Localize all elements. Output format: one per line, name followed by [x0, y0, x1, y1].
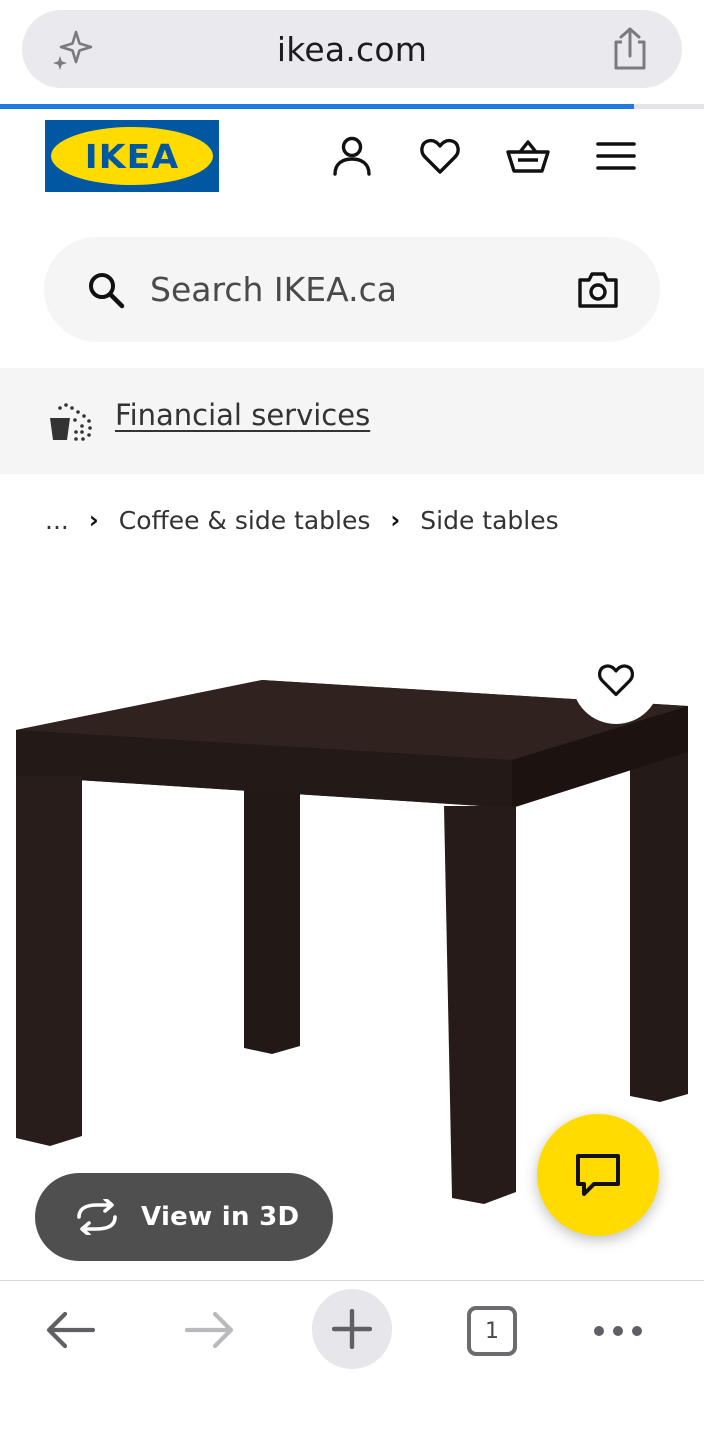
new-tab-button[interactable]: [312, 1289, 392, 1369]
tabs-button[interactable]: 1: [462, 1301, 522, 1361]
search-icon: [89, 273, 125, 309]
heart-icon: [598, 664, 634, 697]
back-button[interactable]: [40, 1305, 100, 1355]
view-in-3d-button[interactable]: View in 3D: [35, 1173, 333, 1261]
financial-services-link[interactable]: Financial services: [115, 398, 370, 432]
arrow-left-icon: [46, 1311, 96, 1349]
chat-button[interactable]: [537, 1114, 659, 1236]
more-dots-icon: [594, 1326, 642, 1336]
browser-toolbar: 1: [0, 1280, 704, 1440]
financial-services-icon: [50, 403, 92, 441]
breadcrumb: ... › Coffee & side tables › Side tables: [45, 500, 559, 540]
forward-button[interactable]: [180, 1305, 240, 1355]
heart-icon[interactable]: [418, 134, 462, 178]
search-bar[interactable]: [44, 237, 660, 342]
chevron-right-icon: ›: [88, 506, 99, 534]
account-icon[interactable]: [330, 134, 374, 178]
table-leg-front-right: [444, 806, 516, 1204]
ikea-logo[interactable]: IKEA: [45, 120, 219, 192]
view-in-3d-label: View in 3D: [141, 1202, 300, 1232]
browser-url-bar[interactable]: ikea.com: [22, 10, 682, 88]
rotate-3d-icon: [77, 1199, 117, 1235]
chat-icon: [576, 1154, 620, 1196]
plus-icon: [332, 1309, 372, 1349]
logo-oval: IKEA: [51, 127, 213, 185]
tab-count: 1: [467, 1306, 517, 1356]
breadcrumb-item-side-tables[interactable]: Side tables: [420, 506, 558, 535]
table-leg-back-left: [244, 780, 300, 1054]
financial-services-banner: Financial services: [0, 368, 704, 474]
sparkle-icon[interactable]: [48, 26, 96, 74]
chevron-right-icon: ›: [390, 506, 401, 534]
page-load-progress-fill: [0, 104, 634, 109]
menu-icon[interactable]: [594, 134, 638, 178]
arrow-right-icon: [184, 1311, 234, 1349]
breadcrumb-ellipsis[interactable]: ...: [45, 506, 69, 535]
url-text[interactable]: ikea.com: [277, 30, 427, 69]
add-to-favourites-button[interactable]: [572, 636, 660, 724]
logo-text: IKEA: [84, 136, 180, 176]
page-load-progress: [0, 104, 704, 109]
breadcrumb-item-coffee-side-tables[interactable]: Coffee & side tables: [119, 506, 371, 535]
share-icon[interactable]: [608, 26, 652, 72]
more-options-button[interactable]: [588, 1311, 648, 1351]
table-leg-back-right: [630, 740, 688, 1102]
search-input[interactable]: [150, 263, 550, 315]
table-leg-front-left: [16, 776, 82, 1146]
camera-icon[interactable]: [576, 269, 620, 311]
cart-icon[interactable]: [506, 134, 550, 178]
